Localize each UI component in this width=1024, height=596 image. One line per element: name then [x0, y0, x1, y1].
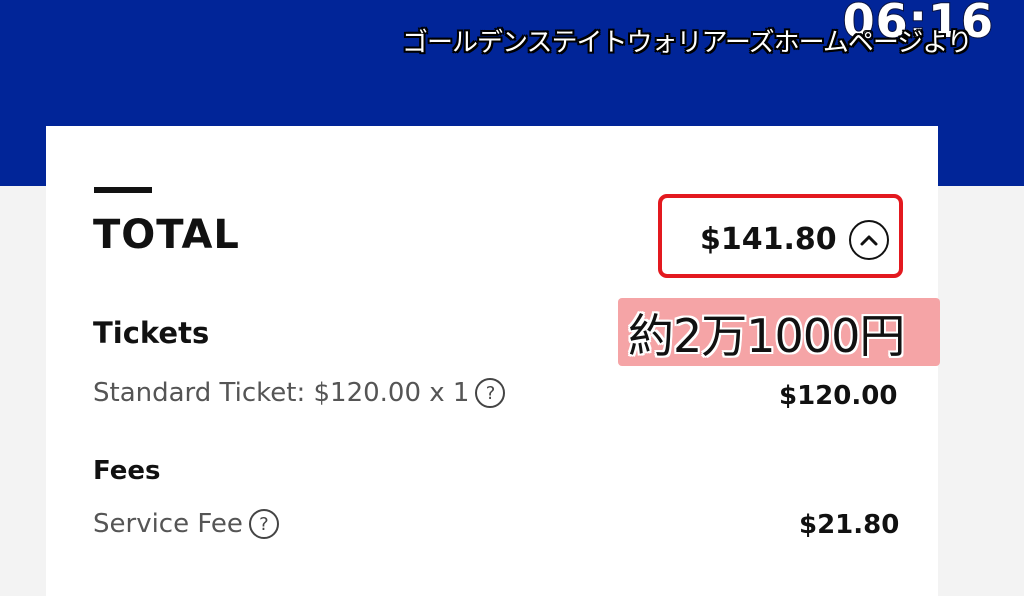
tickets-heading: Tickets — [93, 316, 210, 350]
total-label: TOTAL — [93, 212, 240, 258]
fee-line-text: Service Fee — [93, 509, 243, 539]
caption-overlay: ゴールデンステイトウォリアーズホームページより — [402, 28, 973, 58]
fee-line-amount: $21.80 — [799, 510, 900, 540]
fee-line-label: Service Fee ? — [93, 509, 279, 539]
chevron-up-icon — [860, 235, 878, 246]
accent-bar — [94, 187, 152, 193]
help-icon[interactable]: ? — [475, 378, 506, 408]
ticket-line-amount: $120.00 — [779, 381, 898, 411]
total-amount: $141.80 — [700, 222, 837, 257]
fees-heading: Fees — [93, 456, 161, 486]
help-icon[interactable]: ? — [248, 509, 279, 539]
collapse-summary-button[interactable] — [849, 220, 889, 260]
yen-note-text: 約2万1000円 — [628, 309, 905, 363]
ticket-line-text: Standard Ticket: $120.00 x 1 — [93, 378, 470, 408]
ticket-line-label: Standard Ticket: $120.00 x 1 ? — [93, 378, 506, 408]
